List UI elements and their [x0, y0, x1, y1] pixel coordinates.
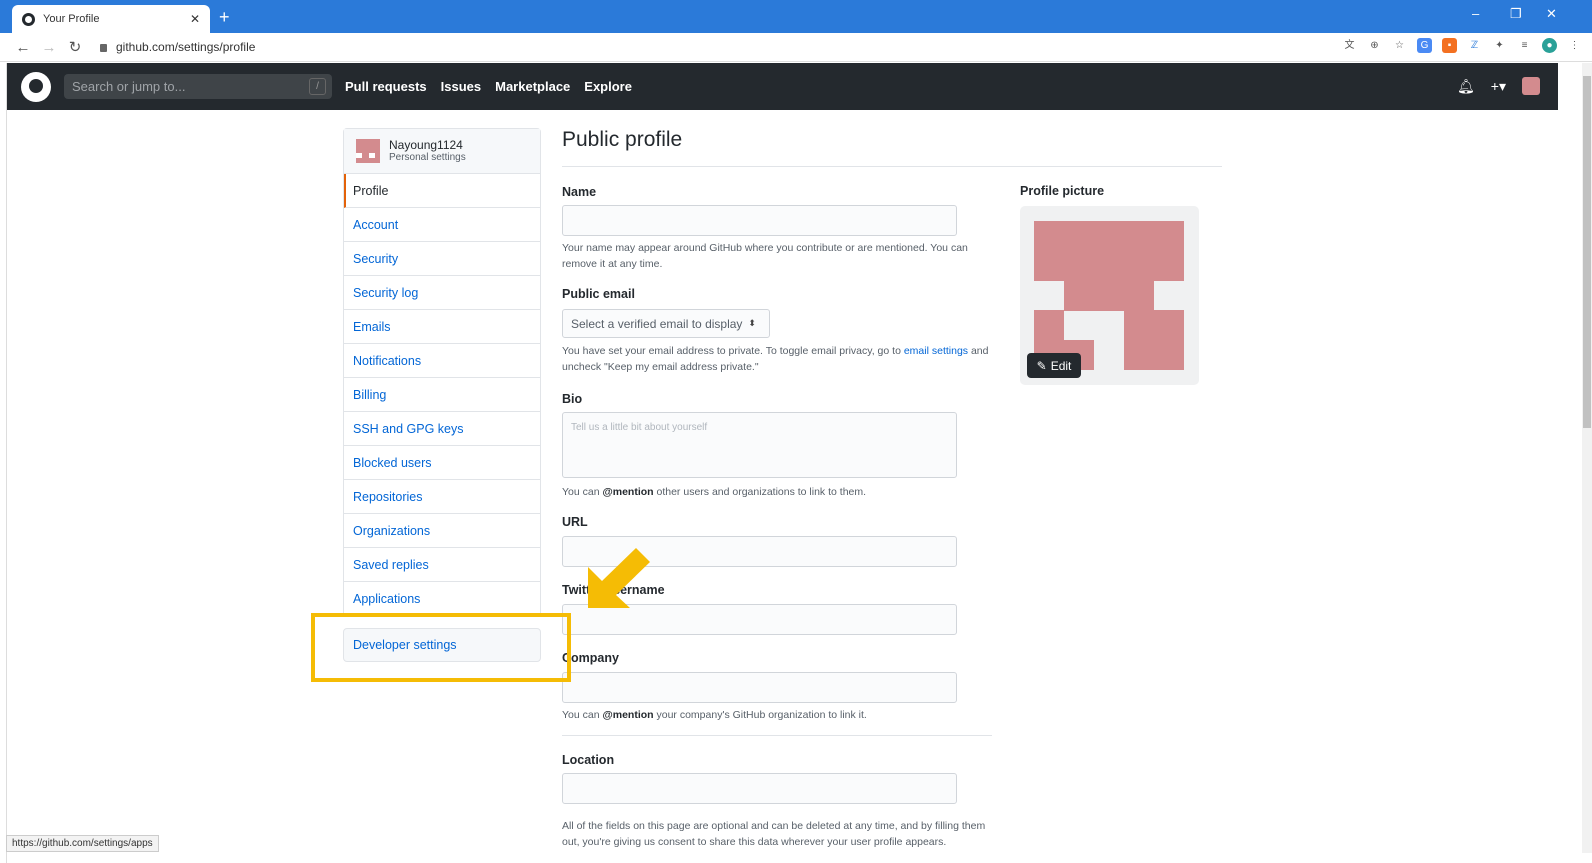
sidebar-header: Nayoung1124 Personal settings: [344, 129, 540, 174]
bio-note-mention: @mention: [602, 486, 654, 498]
search-placeholder: Search or jump to...: [72, 79, 186, 94]
bio-note-text: You can: [562, 486, 600, 498]
public-email-note: You have set your email address to priva…: [562, 343, 992, 375]
restore-icon[interactable]: ❐: [1510, 6, 1522, 22]
back-icon[interactable]: ←: [10, 39, 36, 56]
sidebar-item-repositories[interactable]: Repositories: [344, 480, 540, 514]
sidebar-username: Nayoung1124: [389, 137, 463, 152]
url-field[interactable]: github.com/settings/profile: [100, 40, 255, 54]
github-favicon-icon: [22, 12, 35, 26]
sidebar-item-billing[interactable]: Billing: [344, 378, 540, 412]
reading-list-icon[interactable]: ≡: [1517, 38, 1532, 53]
notifications-bell-icon[interactable]: 🔔︎: [1457, 78, 1475, 95]
company-note-mention: @mention: [602, 709, 654, 721]
sidebar-item-account[interactable]: Account: [344, 208, 540, 242]
footer-note: All of the fields on this page are optio…: [562, 820, 986, 848]
browser-tab-bar: Your Profile ✕ + – ❐ ✕: [0, 0, 1592, 33]
public-email-select[interactable]: Select a verified email to display ⬍: [562, 309, 770, 338]
search-input[interactable]: Search or jump to... /: [64, 74, 332, 99]
address-bar: ← → ↻ github.com/settings/profile 文 ⊕ ☆ …: [0, 33, 1592, 62]
bio-textarea[interactable]: Tell us a little bit about yourself: [562, 412, 957, 478]
scrollbar-thumb[interactable]: [1583, 76, 1591, 428]
sidebar-item-emails[interactable]: Emails: [344, 310, 540, 344]
bio-note-text-2: other users and organizations to link to…: [656, 486, 867, 498]
sidebar-item-organizations[interactable]: Organizations: [344, 514, 540, 548]
menu-icon[interactable]: ⋮: [1567, 38, 1582, 53]
sidebar-item-saved-replies[interactable]: Saved replies: [344, 548, 540, 582]
minimize-icon[interactable]: –: [1472, 6, 1479, 21]
extension-icons: 文 ⊕ ☆ G ▪ ℤ ✦ ≡ ● ⋮: [1342, 38, 1582, 53]
sidebar-item-profile[interactable]: Profile: [344, 174, 540, 208]
pencil-icon: ✎: [1036, 358, 1047, 373]
email-note-text: You have set your email address to priva…: [562, 345, 901, 357]
zoom-icon[interactable]: ⊕: [1367, 38, 1382, 53]
edit-button-label: Edit: [1050, 358, 1072, 373]
bio-label: Bio: [562, 392, 583, 406]
settings-sidebar: Nayoung1124 Personal settings Profile Ac…: [343, 128, 541, 617]
page-title: Public profile: [562, 128, 1222, 167]
select-arrows-icon: ⬍: [748, 318, 756, 328]
public-email-select-value: Select a verified email to display: [571, 316, 743, 331]
main-content: Public profile: [562, 128, 1222, 167]
edit-profile-picture-button[interactable]: ✎ Edit: [1027, 353, 1081, 378]
highlight-box: [311, 613, 571, 682]
bio-note: You can @mention other users and organiz…: [562, 484, 992, 500]
translate-icon[interactable]: 文: [1342, 38, 1357, 53]
window-left-edge: [0, 63, 7, 863]
window-close-icon[interactable]: ✕: [1546, 6, 1557, 22]
sidebar-item-security[interactable]: Security: [344, 242, 540, 276]
company-note: You can @mention your company's GitHub o…: [562, 707, 992, 723]
sidebar-subtitle: Personal settings: [389, 151, 466, 163]
url-text: github.com/settings/profile: [116, 40, 256, 54]
nav-pull-requests[interactable]: Pull requests: [345, 79, 427, 94]
github-header: Search or jump to... / Pull requests Iss…: [7, 63, 1558, 110]
location-input[interactable]: [562, 773, 957, 804]
browser-tab[interactable]: Your Profile ✕: [12, 5, 210, 33]
section-divider: [562, 735, 992, 736]
sidebar-item-applications[interactable]: Applications: [344, 582, 540, 616]
lock-icon: [100, 44, 107, 52]
extensions-puzzle-icon[interactable]: ✦: [1492, 38, 1507, 53]
nav-explore[interactable]: Explore: [584, 79, 632, 94]
google-translate-icon[interactable]: G: [1417, 38, 1432, 53]
company-input[interactable]: [562, 672, 957, 703]
search-shortcut-key: /: [309, 78, 326, 95]
name-label: Name: [562, 185, 597, 199]
sidebar-item-ssh-gpg-keys[interactable]: SSH and GPG keys: [344, 412, 540, 446]
extension-blue-icon[interactable]: ℤ: [1467, 38, 1482, 53]
avatar: [356, 139, 380, 163]
bookmark-star-icon[interactable]: ☆: [1392, 38, 1407, 53]
name-input[interactable]: [562, 205, 957, 236]
nav-marketplace[interactable]: Marketplace: [495, 79, 570, 94]
nav-issues[interactable]: Issues: [441, 79, 481, 94]
url-label: URL: [562, 515, 588, 529]
public-email-label: Public email: [562, 287, 635, 301]
profile-picture-label: Profile picture: [1020, 184, 1105, 198]
status-bar-url: https://github.com/settings/apps: [6, 835, 159, 852]
header-actions: 🔔︎ +▾: [1457, 77, 1540, 95]
sidebar-item-notifications[interactable]: Notifications: [344, 344, 540, 378]
create-new-dropdown-icon[interactable]: +▾: [1491, 78, 1506, 95]
name-note: Your name may appear around GitHub where…: [562, 242, 968, 270]
location-label: Location: [562, 753, 615, 767]
tab-close-icon[interactable]: ✕: [190, 12, 200, 26]
company-note-text-2: your company's GitHub organization to li…: [656, 709, 867, 721]
sidebar-item-blocked-users[interactable]: Blocked users: [344, 446, 540, 480]
github-logo-icon[interactable]: [21, 71, 51, 102]
user-avatar-dropdown[interactable]: [1522, 77, 1540, 95]
forward-icon[interactable]: →: [36, 39, 62, 56]
email-settings-link[interactable]: email settings: [904, 345, 968, 357]
sidebar-item-security-log[interactable]: Security log: [344, 276, 540, 310]
profile-icon[interactable]: ●: [1542, 38, 1557, 53]
reload-icon[interactable]: ↻: [62, 38, 88, 56]
header-nav: Pull requests Issues Marketplace Explore: [345, 79, 646, 94]
company-note-text: You can: [562, 709, 600, 721]
extension-orange-icon[interactable]: ▪: [1442, 38, 1457, 53]
new-tab-button[interactable]: +: [219, 7, 230, 27]
annotation-arrow-icon: [588, 548, 650, 608]
tab-title: Your Profile: [43, 13, 100, 25]
